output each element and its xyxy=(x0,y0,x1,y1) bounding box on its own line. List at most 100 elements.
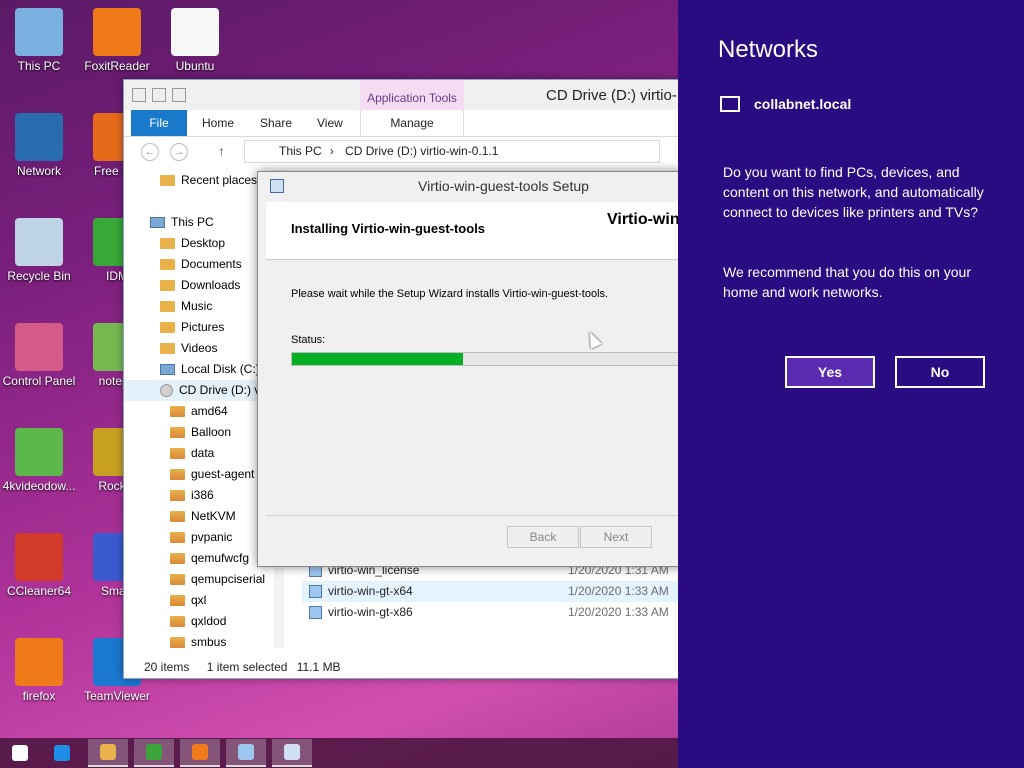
file-row[interactable]: virtio-win-gt-x86 1/20/2020 1:33 AM xyxy=(302,602,682,623)
desktop-icon-4kvideodow[interactable]: 4kvideodow... xyxy=(0,428,78,493)
tab-share[interactable]: Share xyxy=(260,110,292,136)
setup-message: Please wait while the Setup Wizard insta… xyxy=(291,288,609,300)
folder-icon xyxy=(160,259,175,270)
desktop-icon-label: This PC xyxy=(17,59,61,73)
computer-icon xyxy=(160,364,175,375)
desktop-icon-label: Ubuntu xyxy=(175,59,215,73)
firefox-icon[interactable] xyxy=(180,739,220,767)
nav-item[interactable]: Recent places xyxy=(124,170,274,191)
address-bar[interactable]: This PC › CD Drive (D:) virtio-win-0.1.1 xyxy=(244,140,660,163)
desktop-app-icon xyxy=(171,8,219,56)
desktop-icon-ccleaner64[interactable]: CCleaner64 xyxy=(0,533,78,598)
desktop-app-icon xyxy=(15,218,63,266)
setup-heading: Installing Virtio-win-guest-tools xyxy=(291,221,486,236)
nav-item-label: guest-agent xyxy=(191,467,255,481)
no-button[interactable]: No xyxy=(895,356,985,388)
folder-icon xyxy=(160,280,175,291)
nav-item[interactable]: qemufwcfg xyxy=(124,548,274,569)
nav-item[interactable]: amd64 xyxy=(124,401,274,422)
file-date: 1/20/2020 1:33 AM xyxy=(568,605,669,619)
folder-icon xyxy=(170,490,185,501)
yes-button[interactable]: Yes xyxy=(785,356,875,388)
nav-item[interactable]: Videos xyxy=(124,338,274,359)
cd-drive-icon xyxy=(160,384,173,397)
file-icon xyxy=(309,606,322,619)
new-folder-icon[interactable] xyxy=(152,88,166,102)
nav-item-label: Desktop xyxy=(181,236,226,250)
store-icon[interactable] xyxy=(134,739,174,767)
nav-item[interactable]: smbus xyxy=(124,632,274,653)
desktop-app-icon xyxy=(15,8,63,56)
taskbar-glyph-icon xyxy=(100,744,116,760)
nav-item-label: pvpanic xyxy=(191,530,233,544)
address-row: ← → ↑ This PC › CD Drive (D:) virtio-win-… xyxy=(124,137,682,167)
nav-item[interactable]: Downloads xyxy=(124,275,274,296)
file-row[interactable]: virtio-win-gt-x64 1/20/2020 1:33 AM xyxy=(302,581,682,602)
nav-item[interactable]: Balloon xyxy=(124,422,274,443)
back-button[interactable]: Back xyxy=(507,526,579,548)
nav-item[interactable]: NetKVM xyxy=(124,506,274,527)
nav-item[interactable]: guest-agent xyxy=(124,464,274,485)
setup-dialog: Virtio-win-guest-tools Setup Installing … xyxy=(257,171,691,567)
setup-installer-icon-2[interactable] xyxy=(272,739,312,767)
setup-installer-icon[interactable] xyxy=(226,739,266,767)
breadcrumb-this-pc[interactable]: This PC xyxy=(279,144,322,158)
nav-item[interactable]: qxl xyxy=(124,590,274,611)
nav-item[interactable]: data xyxy=(124,443,274,464)
nav-item[interactable]: qxldod xyxy=(124,611,274,632)
back-arrow-icon[interactable]: ← xyxy=(141,143,159,161)
selection-size: 11.1 MB xyxy=(296,660,341,674)
nav-item[interactable]: Music xyxy=(124,296,274,317)
desktop-icon-this-pc[interactable]: This PC xyxy=(0,8,78,73)
nav-item-label: qxldod xyxy=(191,614,227,628)
desktop-icon-control-panel[interactable]: Control Panel xyxy=(0,323,78,388)
customize-qat-icon[interactable] xyxy=(172,88,186,102)
desktop-icon-network[interactable]: Network xyxy=(0,113,78,178)
desktop-icon-label: TeamViewer xyxy=(84,689,150,703)
tab-manage[interactable]: Manage xyxy=(360,110,464,136)
internet-explorer-icon[interactable] xyxy=(42,739,82,767)
desktop-app-icon xyxy=(15,638,63,686)
nav-item-label: Music xyxy=(181,299,213,313)
nav-item-label: NetKVM xyxy=(191,509,236,523)
tab-view[interactable]: View xyxy=(317,110,343,136)
folder-icon xyxy=(160,322,175,333)
folder-icon xyxy=(170,511,185,522)
desktop-icon-foxitreader[interactable]: FoxitReader xyxy=(78,8,156,73)
tab-home[interactable]: Home xyxy=(202,110,234,136)
nav-item-label: Videos xyxy=(181,341,218,355)
nav-item[interactable]: This PC xyxy=(124,212,274,233)
nav-item[interactable]: pvpanic xyxy=(124,527,274,548)
nav-item[interactable]: qemupciserial xyxy=(124,569,274,590)
properties-icon[interactable] xyxy=(132,88,146,102)
forward-arrow-icon[interactable]: → xyxy=(170,143,188,161)
taskbar-glyph-icon xyxy=(284,744,300,760)
start-button[interactable] xyxy=(0,739,40,767)
nav-item[interactable]: Pictures xyxy=(124,317,274,338)
nav-item[interactable]: Desktop xyxy=(124,233,274,254)
nav-item-label: Downloads xyxy=(181,278,241,292)
next-button[interactable]: Next xyxy=(580,526,652,548)
desktop-icon-label: Recycle Bin xyxy=(7,269,71,283)
desktop-icon-firefox[interactable]: firefox xyxy=(0,638,78,703)
desktop-icon-label: Network xyxy=(16,164,61,178)
up-arrow-icon[interactable]: ↑ xyxy=(218,143,225,159)
nav-item-label: i386 xyxy=(191,488,214,502)
network-name: collabnet.local xyxy=(754,96,852,112)
setup-title: Virtio-win-guest-tools Setup xyxy=(418,178,589,194)
explorer-window-title: CD Drive (D:) virtio- xyxy=(546,87,677,104)
taskbar-glyph-icon xyxy=(146,744,162,760)
breadcrumb-cd-drive[interactable]: CD Drive (D:) virtio-win-0.1.1 xyxy=(345,144,498,158)
file-explorer-icon[interactable] xyxy=(88,739,128,767)
file-date: 1/20/2020 1:33 AM xyxy=(568,584,669,598)
nav-item[interactable]: Local Disk (C:) xyxy=(124,359,274,380)
nav-item[interactable]: Documents xyxy=(124,254,274,275)
desktop-icon-recycle-bin[interactable]: Recycle Bin xyxy=(0,218,78,283)
nav-item[interactable]: i386 xyxy=(124,485,274,506)
nav-item[interactable]: CD Drive (D:) v xyxy=(124,380,274,401)
progress-fill xyxy=(292,353,464,365)
desktop-icon-ubuntu[interactable]: Ubuntu xyxy=(156,8,234,73)
tab-file[interactable]: File xyxy=(131,110,187,136)
network-entry: collabnet.local xyxy=(720,96,851,112)
taskbar-glyph-icon xyxy=(238,744,254,760)
